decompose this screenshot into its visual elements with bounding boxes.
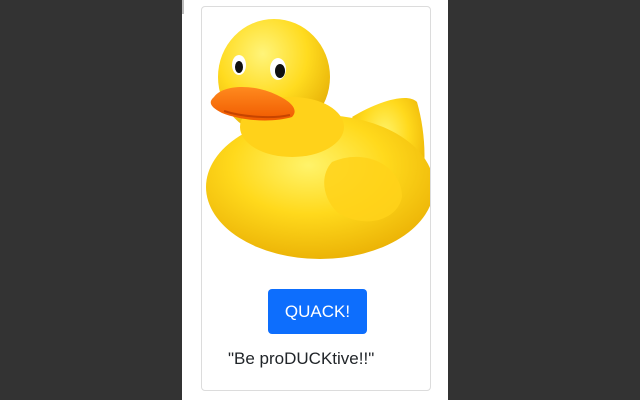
duck-card: QUACK! "Be proDUCKtive!!" bbox=[201, 6, 431, 391]
extension-popup: QUACK! "Be proDUCKtive!!" bbox=[182, 0, 448, 400]
rubber-duck-image bbox=[206, 19, 430, 259]
quack-button[interactable]: QUACK! bbox=[268, 289, 367, 334]
quote-text: "Be proDUCKtive!!" bbox=[228, 349, 375, 368]
popup-edge-marker bbox=[182, 0, 184, 14]
